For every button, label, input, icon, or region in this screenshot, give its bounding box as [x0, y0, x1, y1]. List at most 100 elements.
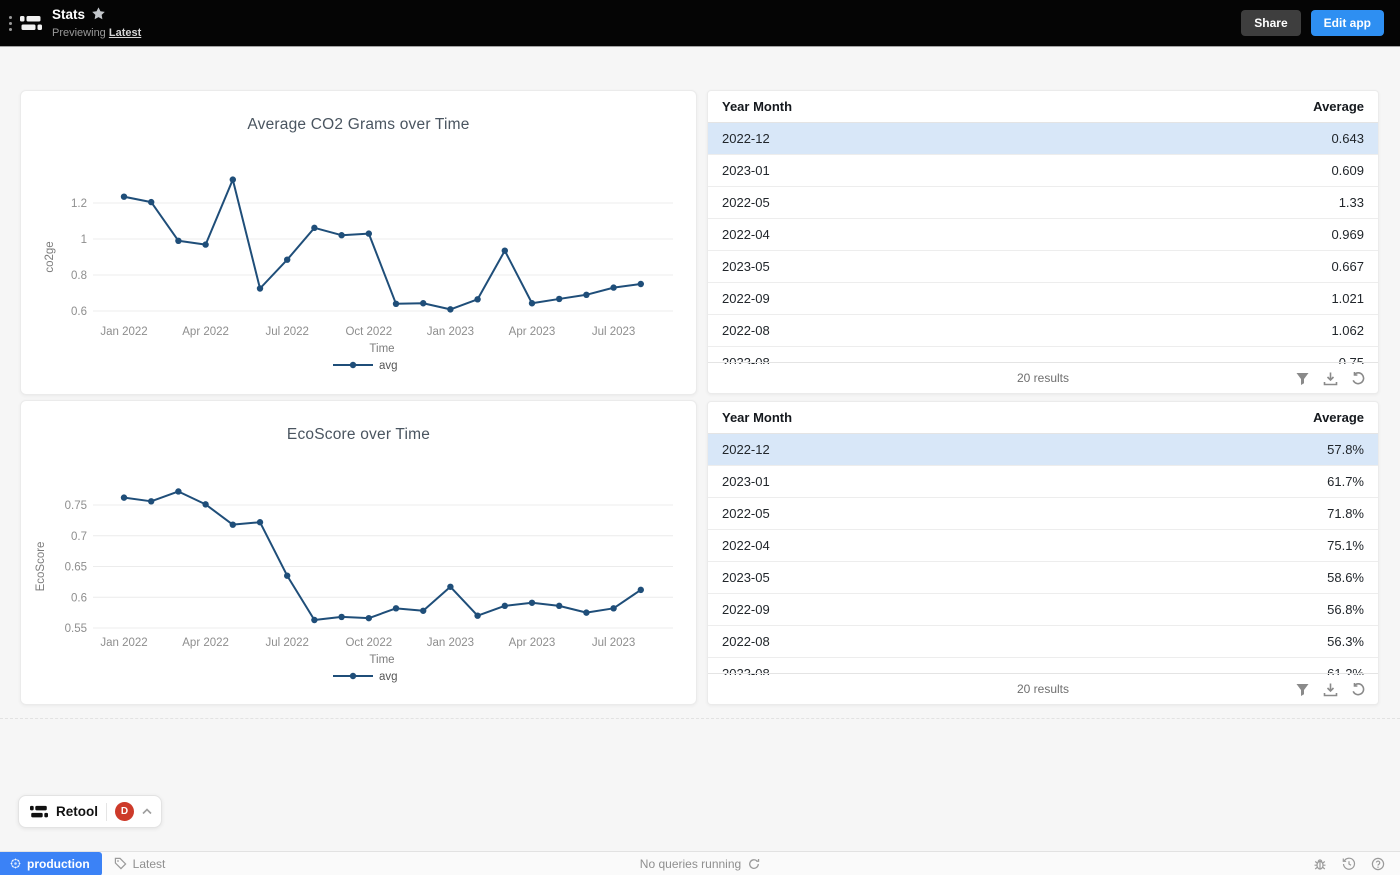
svg-text:Jan 2023: Jan 2023 [427, 637, 474, 649]
cell-year-month: 2023-05 [722, 570, 770, 585]
table-actions [1295, 371, 1378, 386]
cell-year-month: 2022-12 [722, 442, 770, 457]
svg-text:Jul 2023: Jul 2023 [592, 637, 635, 649]
retool-brand-label: Retool [56, 804, 98, 819]
chevron-up-icon[interactable] [142, 808, 152, 815]
cell-average: 56.8% [1327, 602, 1364, 617]
table-row[interactable]: 2022-09 1.021 [708, 283, 1378, 315]
column-header-average[interactable]: Average [1313, 410, 1364, 425]
filter-icon[interactable] [1295, 371, 1310, 386]
cell-average: 71.8% [1327, 506, 1364, 521]
pill-divider [106, 803, 107, 821]
version-tag[interactable]: Latest [114, 857, 166, 871]
retool-logo-icon[interactable] [20, 15, 42, 32]
history-icon[interactable] [1342, 857, 1356, 871]
status-bar: production Latest No queries running [0, 851, 1400, 875]
column-header-year-month[interactable]: Year Month [722, 410, 792, 425]
cell-year-month: 2022-08 [722, 634, 770, 649]
table-row[interactable]: 2022-0571.8% [708, 498, 1378, 530]
cell-year-month: 2023-01 [722, 474, 770, 489]
column-header-average[interactable]: Average [1313, 99, 1364, 114]
svg-text:Jan 2023: Jan 2023 [427, 326, 474, 338]
cell-average: 57.8% [1327, 442, 1364, 457]
favorite-star-icon[interactable] [92, 6, 105, 26]
co2-table-card: Year Month Average 2022-120.643 2023-01 0.… [707, 90, 1379, 394]
table-row[interactable]: 2022-08 56.3% [708, 626, 1378, 658]
ecoscore-table-card: Year Month Average 2022-12 57.8% 2023-01 61… [707, 401, 1379, 705]
table-row[interactable]: 2022-120.643 [708, 123, 1378, 155]
help-icon[interactable] [1371, 857, 1385, 871]
co2-chart-card: 1.210.80.6Jan 2022Apr 2022Jul 2022Oct 20… [20, 90, 697, 395]
table-footer: 20 results [708, 362, 1378, 393]
cell-average: 61.7% [1327, 474, 1364, 489]
previewing-target-link[interactable]: Latest [109, 27, 141, 39]
page-title: Stats [52, 7, 85, 24]
svg-text:0.7: 0.7 [71, 531, 87, 543]
ecoscore-line-chart: 0.750.70.650.60.55Jan 2022Apr 2022Jul 20… [21, 401, 698, 706]
svg-text:0.65: 0.65 [65, 562, 87, 574]
debug-bug-icon[interactable] [1313, 857, 1327, 871]
table-footer: 20 results [708, 673, 1378, 704]
svg-text:EcoScore: EcoScore [35, 542, 47, 592]
cell-year-month: 2022-04 [722, 538, 770, 553]
table-header-row: Year Month Average [708, 91, 1378, 123]
chart-title: EcoScore over Time [21, 426, 696, 444]
queries-refresh-icon [748, 858, 760, 870]
results-count: 20 results [708, 371, 1378, 385]
svg-text:co2ge: co2ge [44, 241, 56, 272]
cell-average: 56.3% [1327, 634, 1364, 649]
queries-status: No queries running [0, 857, 1400, 871]
svg-text:Jan 2022: Jan 2022 [100, 637, 147, 649]
table-row[interactable]: 2022-12 57.8% [708, 434, 1378, 466]
svg-text:Jul 2022: Jul 2022 [265, 637, 308, 649]
table-row[interactable]: 2022-0956.8% [708, 594, 1378, 626]
table-row[interactable]: 2022-040.969 [708, 219, 1378, 251]
svg-text:Jul 2022: Jul 2022 [265, 326, 308, 338]
environment-label: production [27, 857, 90, 871]
table-row[interactable]: 2023-050.667 [708, 251, 1378, 283]
co2-line-chart: 1.210.80.6Jan 2022Apr 2022Jul 2022Oct 20… [21, 91, 698, 396]
edit-app-button[interactable]: Edit app [1311, 10, 1384, 36]
cell-year-month: 2022-09 [722, 291, 770, 306]
status-bar-actions [1313, 857, 1400, 871]
retool-logo-icon [30, 805, 48, 819]
svg-text:Apr 2023: Apr 2023 [509, 326, 556, 338]
refresh-icon[interactable] [1351, 371, 1366, 386]
table-actions [1295, 682, 1378, 697]
svg-text:Oct 2022: Oct 2022 [345, 326, 392, 338]
download-icon[interactable] [1323, 682, 1338, 697]
avatar[interactable]: D [115, 802, 134, 821]
table-row[interactable]: 2022-0475.1% [708, 530, 1378, 562]
download-icon[interactable] [1323, 371, 1338, 386]
table-row[interactable]: 2022-051.33 [708, 187, 1378, 219]
share-button[interactable]: Share [1241, 10, 1300, 36]
svg-text:Apr 2022: Apr 2022 [182, 637, 229, 649]
cell-average: 0.609 [1331, 163, 1364, 178]
table-row[interactable]: 2023-01 0.609 [708, 155, 1378, 187]
kebab-menu-icon[interactable] [9, 16, 12, 31]
table-row[interactable]: 2023-05 58.6% [708, 562, 1378, 594]
cell-average: 1.33 [1339, 195, 1364, 210]
svg-text:Apr 2022: Apr 2022 [182, 326, 229, 338]
table-row[interactable]: 2023-01 61.7% [708, 466, 1378, 498]
svg-text:avg: avg [379, 360, 398, 372]
table-row[interactable]: 2022-081.062 [708, 315, 1378, 347]
cell-average: 0.667 [1331, 259, 1364, 274]
svg-text:0.55: 0.55 [65, 623, 87, 635]
filter-icon[interactable] [1295, 682, 1310, 697]
chart-title: Average CO2 Grams over Time [21, 116, 696, 134]
svg-text:avg: avg [379, 671, 398, 683]
retool-badge[interactable]: Retool D [18, 795, 162, 828]
tag-icon [114, 857, 127, 870]
cell-average: 1.021 [1331, 291, 1364, 306]
environment-badge[interactable]: production [0, 852, 102, 875]
app-window: Stats Previewing Latest Share Edit app 1… [0, 0, 1400, 875]
cell-year-month: 2022-04 [722, 227, 770, 242]
cell-year-month: 2023-01 [722, 163, 770, 178]
refresh-icon[interactable] [1351, 682, 1366, 697]
environment-gear-icon [10, 858, 21, 869]
svg-text:0.6: 0.6 [71, 306, 87, 318]
column-header-year-month[interactable]: Year Month [722, 99, 792, 114]
cell-average: 58.6% [1327, 570, 1364, 585]
svg-text:1.2: 1.2 [71, 198, 87, 210]
